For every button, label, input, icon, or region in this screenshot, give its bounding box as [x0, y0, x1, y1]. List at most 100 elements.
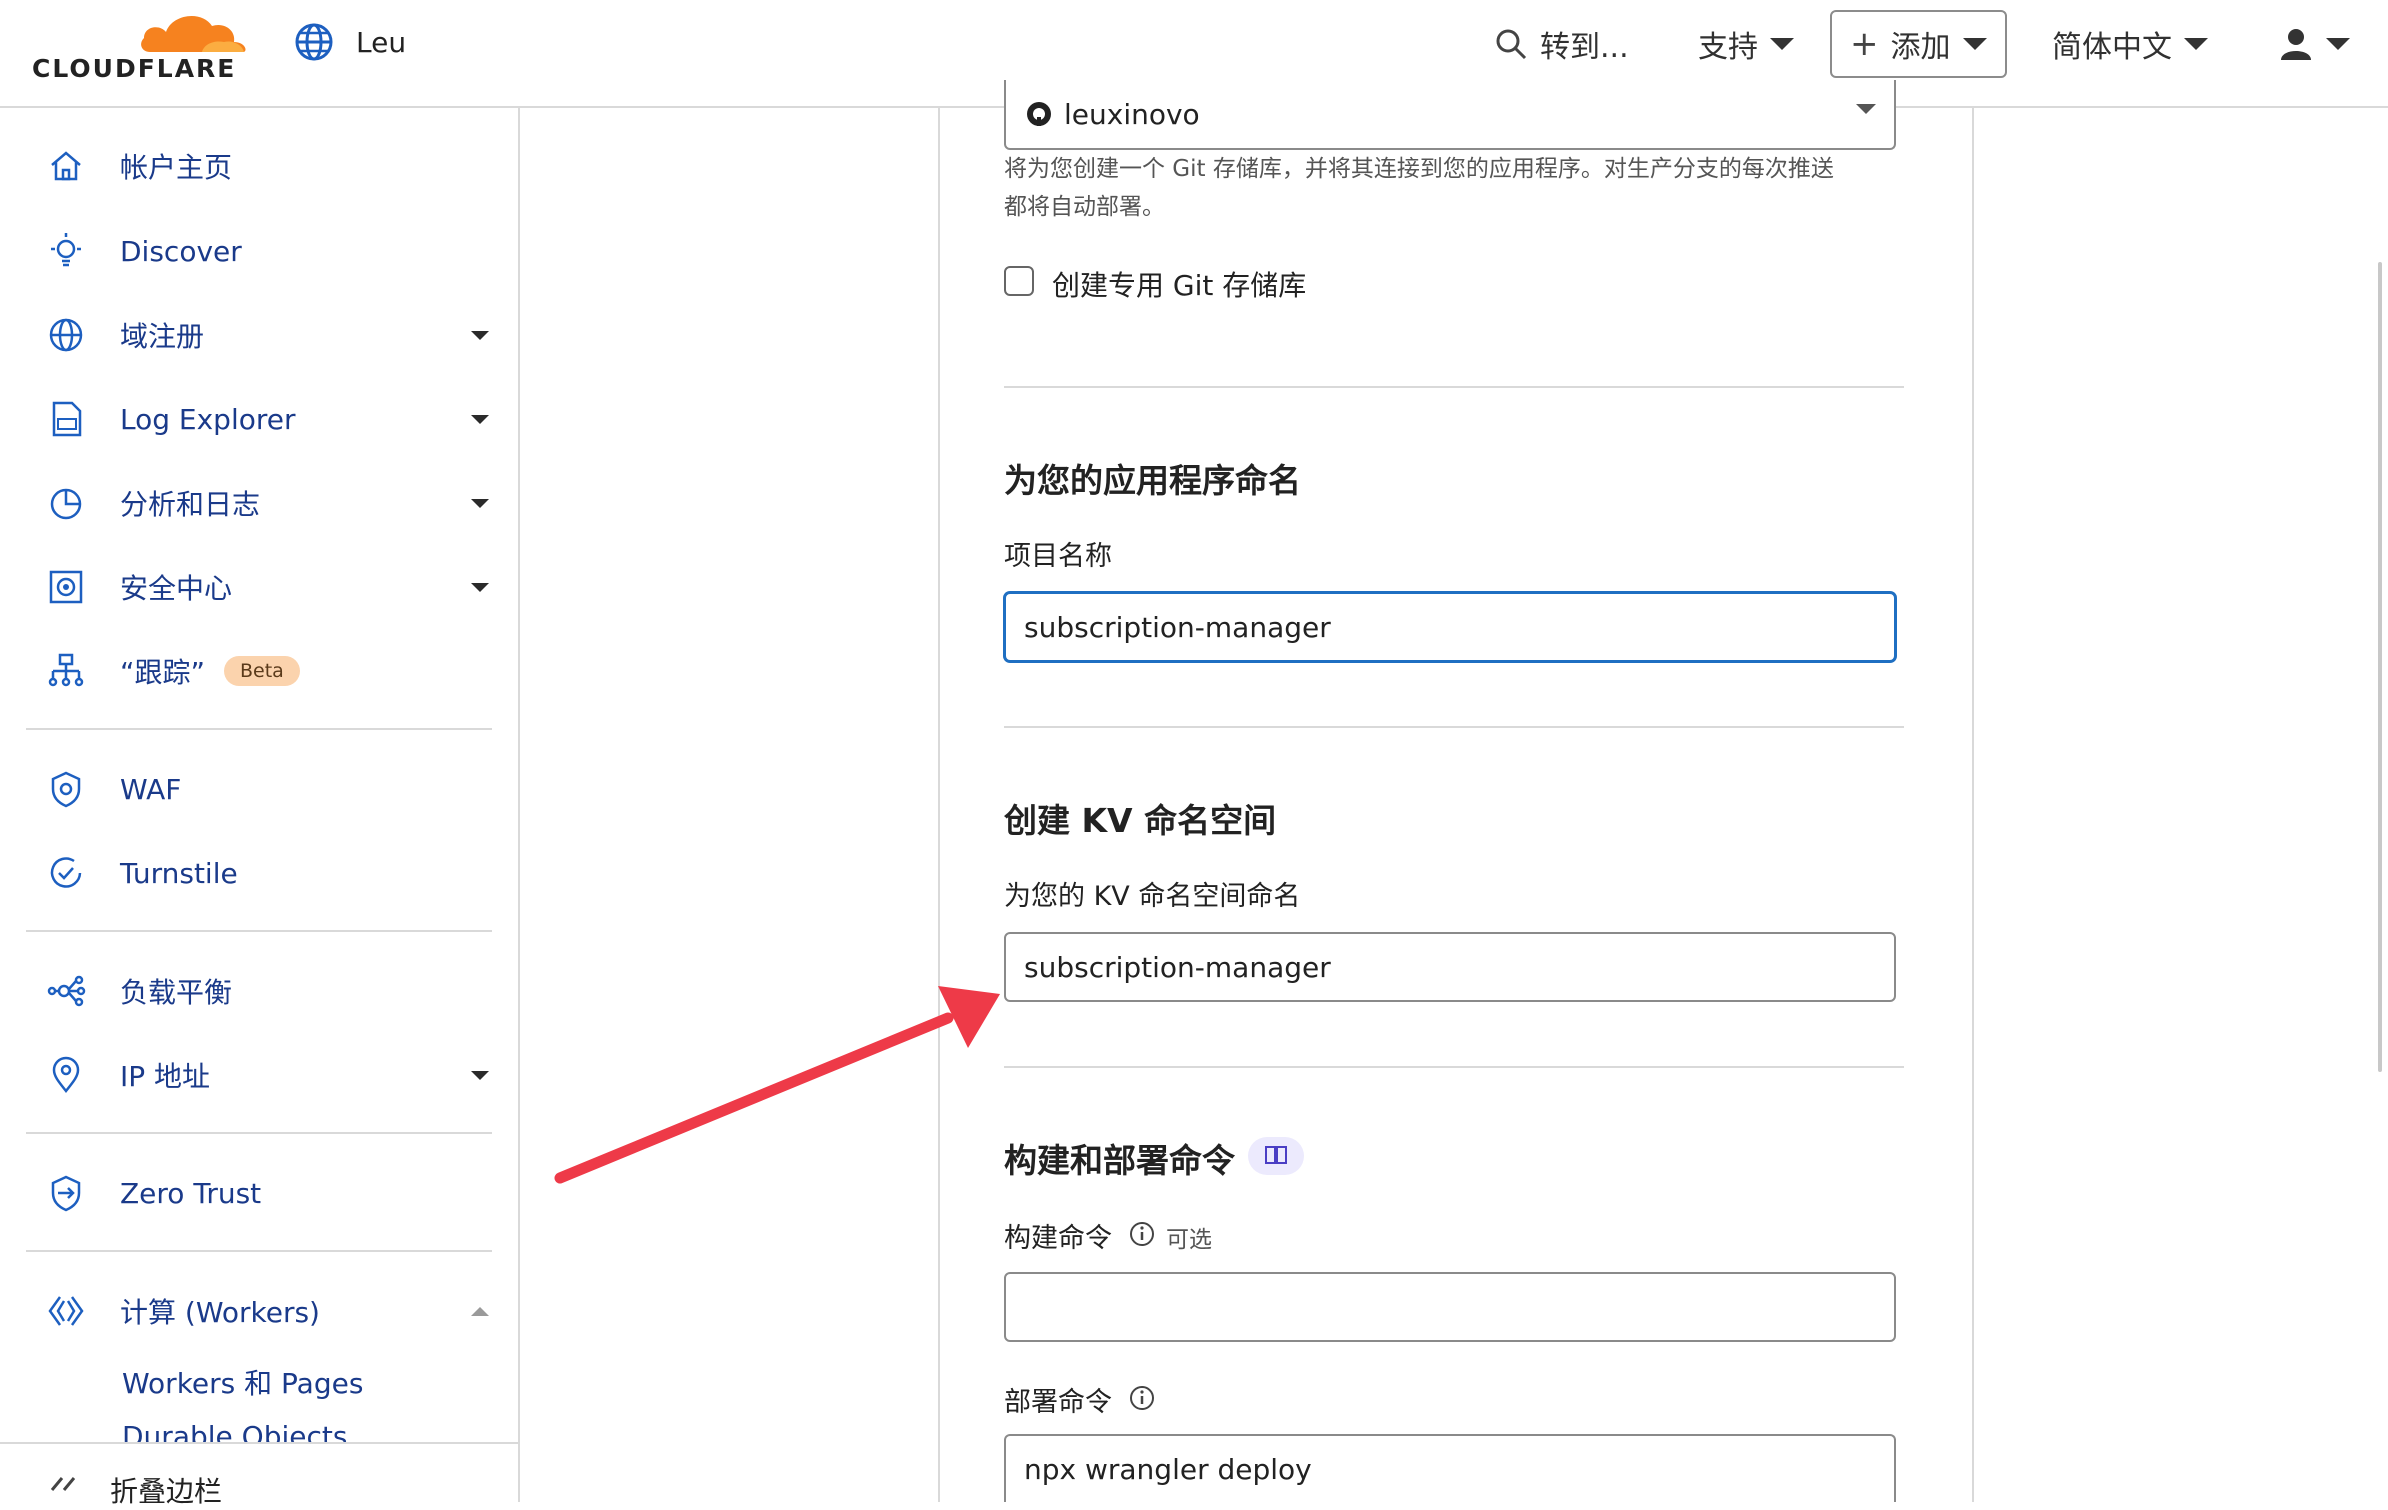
sidebar-item-label: 负载平衡 [120, 976, 233, 1009]
private-repo-label[interactable]: 创建专用 Git 存储库 [1052, 264, 1306, 304]
sidebar-item-label: IP 地址 [120, 1060, 211, 1093]
build-section-title: 构建和部署命令 [1004, 1141, 1235, 1180]
sidebar-item-domain-registration[interactable]: 域注册 [0, 300, 518, 370]
home-icon [51, 151, 81, 181]
sidebar-item-label: WAF [120, 772, 182, 806]
kv-name-label: 为您的 KV 命名空间命名 [1004, 881, 1301, 912]
sidebar-item-label: 域注册 [120, 320, 205, 353]
sidebar-item-account-home[interactable]: 帐户主页 [0, 131, 518, 201]
trace-tree-icon [48, 653, 84, 687]
repo-help-line-1: 将为您创建一个 Git 存储库，并将其连接到您的应用程序。对生产分支的每次推送 [1004, 156, 1834, 182]
repo-help-line-2: 都将自动部署。 [1004, 194, 1165, 220]
sidebar-divider [26, 728, 492, 730]
security-center-icon [49, 570, 83, 604]
sidebar-item-label: Log Explorer [120, 402, 296, 436]
turnstile-icon [50, 857, 82, 888]
section-divider [1004, 386, 1904, 388]
chevron-down-icon [471, 414, 489, 424]
sidebar-item-label: Turnstile [120, 856, 238, 890]
sidebar-item-discover[interactable]: Discover [0, 216, 518, 286]
goto-search[interactable]: 转到... [1494, 18, 1629, 70]
app-name-section-title: 为您的应用程序命名 [1004, 461, 1301, 500]
collapse-sidebar-bar[interactable]: 折叠边栏 [0, 1442, 518, 1508]
project-name-label: 项目名称 [1004, 541, 1112, 572]
sidebar-item-zero-trust[interactable]: Zero Trust [0, 1158, 518, 1228]
sidebar-item-label: 安全中心 [120, 572, 233, 605]
project-name-value: subscription-manager [1024, 610, 1331, 644]
add-button[interactable]: + 添加 [1830, 10, 2007, 78]
chevron-down-icon [2326, 38, 2350, 50]
docs-book-icon[interactable] [1248, 1137, 1304, 1175]
language-label: 简体中文 [2052, 30, 2172, 65]
build-cmd-input[interactable] [1004, 1272, 1896, 1342]
sidebar-item-label: Zero Trust [120, 1176, 262, 1210]
sidebar-divider [26, 930, 492, 932]
chevron-down-icon [471, 330, 489, 340]
location-pin-icon [52, 1056, 80, 1094]
cloudflare-logo[interactable]: CLOUDFLARE [32, 4, 252, 84]
sidebar-divider [26, 1132, 492, 1134]
sidebar-item-label: 分析和日志 [120, 488, 261, 521]
page-scrollbar[interactable] [2378, 262, 2382, 1072]
section-divider [1004, 1066, 1904, 1068]
sidebar-item-security-center[interactable]: 安全中心 [0, 552, 518, 622]
project-name-input[interactable]: subscription-manager [1004, 592, 1896, 662]
repo-owner-value: leuxinovo [1064, 97, 1200, 131]
collapse-sidebar-label: 折叠边栏 [110, 1475, 223, 1508]
log-file-icon [52, 401, 82, 437]
sidebar-subitem-workers-pages[interactable]: Workers 和 Pages [122, 1362, 363, 1402]
sidebar-item-label: 计算 (Workers) [120, 1296, 320, 1329]
globe-icon [295, 23, 333, 61]
language-menu[interactable]: 简体中文 [2052, 18, 2208, 70]
deploy-cmd-input[interactable]: npx wrangler deploy [1004, 1434, 1896, 1502]
chevron-down-icon [471, 582, 489, 592]
sidebar-item-analytics[interactable]: 分析和日志 [0, 468, 518, 538]
build-cmd-label: 构建命令 [1004, 1223, 1112, 1254]
workers-icon [48, 1296, 84, 1326]
sidebar-item-load-balancing[interactable]: 负载平衡 [0, 956, 518, 1026]
optional-label: 可选 [1166, 1227, 1212, 1253]
beta-badge: Beta [224, 656, 300, 686]
user-icon [2281, 29, 2311, 60]
plus-icon: + [1850, 24, 1879, 64]
lightbulb-icon [51, 233, 81, 267]
user-menu[interactable] [2278, 18, 2350, 70]
support-menu[interactable]: 支持 [1698, 18, 1794, 70]
load-balance-icon [47, 975, 86, 1007]
info-icon[interactable] [1128, 1384, 1156, 1412]
kv-name-input[interactable]: subscription-manager [1004, 932, 1896, 1002]
goto-label: 转到... [1540, 30, 1629, 65]
sidebar-item-label: 帐户主页 [120, 151, 233, 184]
sidebar-item-waf[interactable]: WAF [0, 754, 518, 824]
globe-icon [49, 318, 83, 352]
collapse-chevrons-icon [50, 1477, 76, 1491]
pie-chart-icon [50, 488, 82, 520]
zero-trust-icon [51, 1175, 81, 1212]
waf-shield-icon [51, 771, 81, 808]
search-icon [1496, 29, 1527, 60]
chevron-down-icon [471, 498, 489, 508]
repo-help-text: 将为您创建一个 Git 存储库，并将其连接到您的应用程序。对生产分支的每次推送 … [1004, 150, 1904, 226]
kv-name-value: subscription-manager [1024, 950, 1331, 984]
sidebar-item-workers[interactable]: 计算 (Workers) [0, 1276, 518, 1346]
info-icon[interactable] [1128, 1220, 1156, 1248]
sidebar-item-log-explorer[interactable]: Log Explorer [0, 384, 518, 454]
chevron-up-icon [471, 1306, 489, 1316]
sidebar-divider [26, 1250, 492, 1252]
github-icon [1027, 102, 1051, 126]
support-label: 支持 [1698, 30, 1758, 65]
add-label: 添加 [1890, 30, 1951, 65]
repo-owner-select[interactable]: leuxinovo [1004, 80, 1896, 150]
sidebar-item-turnstile[interactable]: Turnstile [0, 838, 518, 908]
sidebar-item-trace[interactable]: “跟踪” Beta [0, 636, 518, 706]
private-repo-checkbox[interactable] [1004, 266, 1034, 296]
chevron-down-icon [471, 1070, 489, 1080]
sidebar: 帐户主页 Discover 域注册 Log Explorer 分析和日志 安全中… [0, 108, 520, 1508]
chevron-down-icon [2184, 38, 2208, 50]
kv-section-title: 创建 KV 命名空间 [1004, 801, 1277, 840]
deploy-cmd-label: 部署命令 [1004, 1387, 1112, 1418]
chevron-down-icon [1962, 38, 1987, 50]
sidebar-item-ip-addresses[interactable]: IP 地址 [0, 1040, 518, 1110]
cloud-logo-icon [141, 15, 246, 52]
account-switcher[interactable]: Leu [294, 22, 406, 62]
